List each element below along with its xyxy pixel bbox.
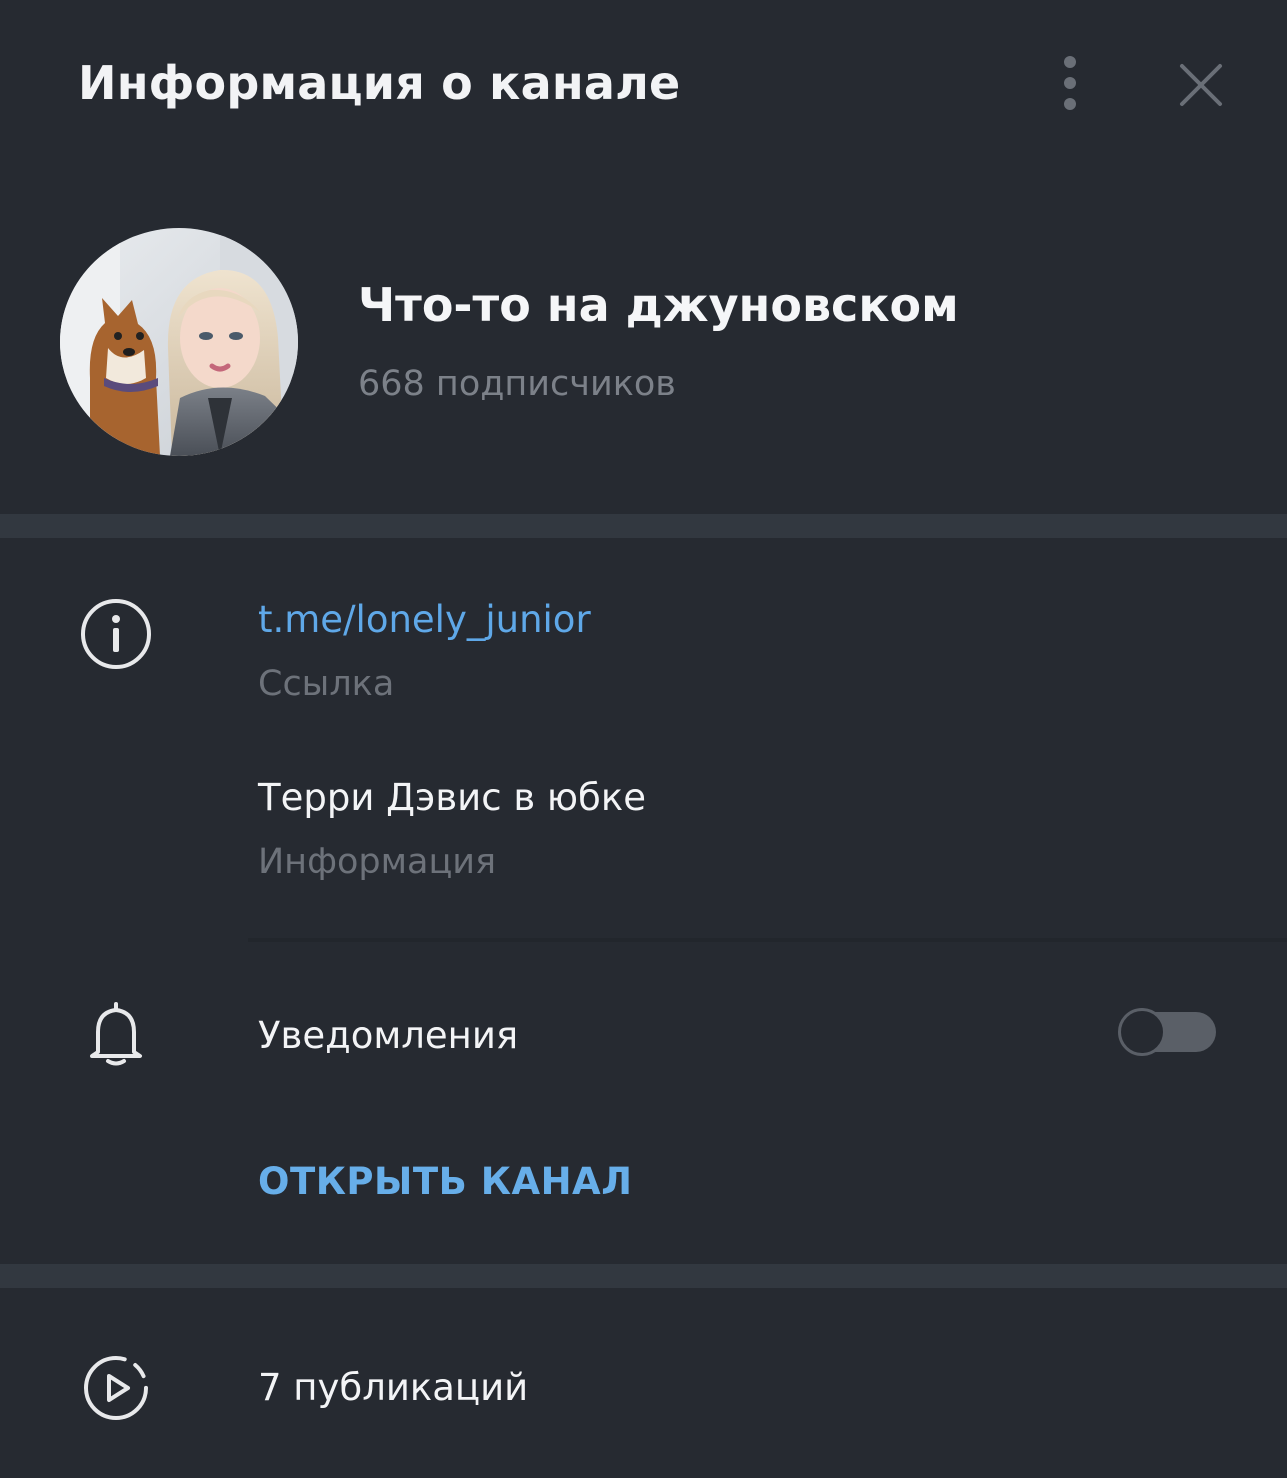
link-label: Ссылка xyxy=(258,664,395,704)
stories-icon xyxy=(78,1352,154,1428)
description-label: Информация xyxy=(258,842,497,882)
panel-title: Информация о канале xyxy=(78,56,681,110)
info-icon xyxy=(78,598,154,674)
open-channel-button[interactable]: ОТКРЫТЬ КАНАЛ xyxy=(258,1160,632,1203)
notifications-toggle[interactable] xyxy=(1118,1006,1218,1058)
channel-info-panel: Информация о канале Что-то на джуновском… xyxy=(0,0,1287,1478)
subscriber-count: 668 подписчиков xyxy=(358,364,676,404)
channel-description: Терри Дэвис в юбке xyxy=(258,776,646,819)
channel-link[interactable]: t.me/lonely_junior xyxy=(258,598,591,641)
close-icon xyxy=(1180,64,1222,106)
avatar-image xyxy=(60,228,298,456)
channel-avatar[interactable] xyxy=(60,228,298,456)
row-divider xyxy=(248,938,1287,942)
notifications-label: Уведомления xyxy=(258,1014,519,1057)
channel-name: Что-то на джуновском xyxy=(358,278,959,332)
section-separator xyxy=(0,1264,1287,1288)
toggle-knob xyxy=(1118,1008,1166,1056)
close-button[interactable] xyxy=(1168,52,1234,118)
bell-icon xyxy=(78,998,154,1074)
more-options-button[interactable] xyxy=(1040,50,1100,120)
more-vertical-icon xyxy=(1064,56,1076,110)
section-separator xyxy=(0,514,1287,538)
panel-header: Информация о канале xyxy=(0,0,1287,170)
publications-count[interactable]: 7 публикаций xyxy=(258,1366,528,1409)
